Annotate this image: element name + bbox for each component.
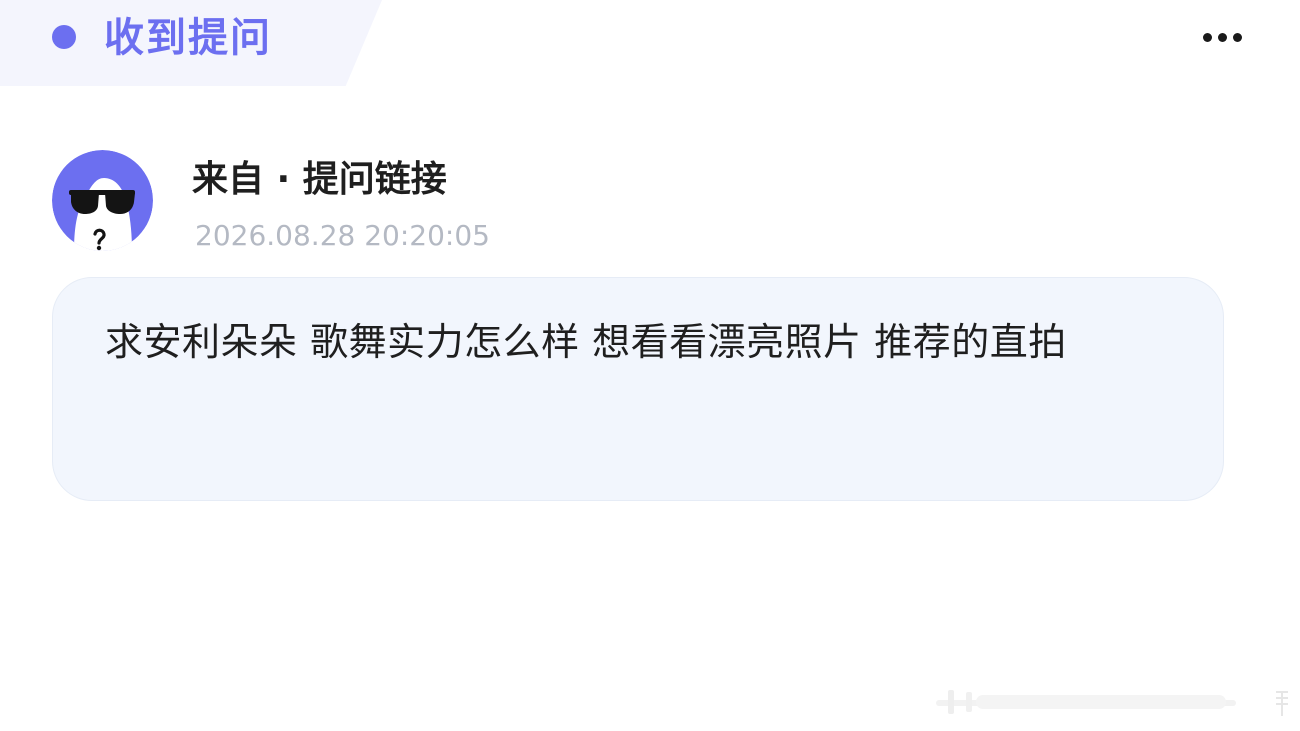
question-card: 收到提问 来自 · 提问链接 2026.08.28 20:20:05 求安利朵朵… — [0, 0, 1300, 731]
page-title: 收到提问 — [104, 15, 272, 61]
question-bubble: 求安利朵朵 歌舞实力怎么样 想看看漂亮照片 推荐的直拍 — [52, 277, 1224, 501]
more-dot-icon — [1217, 32, 1227, 42]
more-dot-icon — [1202, 32, 1212, 42]
more-dot-icon — [1232, 32, 1242, 42]
more-options-button[interactable] — [1194, 20, 1250, 54]
sunglasses-ghost-icon — [52, 150, 153, 251]
avatar — [52, 150, 153, 251]
question-text: 求安利朵朵 歌舞实力怎么样 想看看漂亮照片 推荐的直拍 — [105, 320, 1067, 364]
timestamp: 2026.08.28 20:20:05 — [195, 219, 490, 252]
sender-label: 来自 · 提问链接 — [192, 159, 447, 200]
watermark-logo — [936, 690, 1288, 716]
header-dot-icon — [52, 25, 76, 49]
